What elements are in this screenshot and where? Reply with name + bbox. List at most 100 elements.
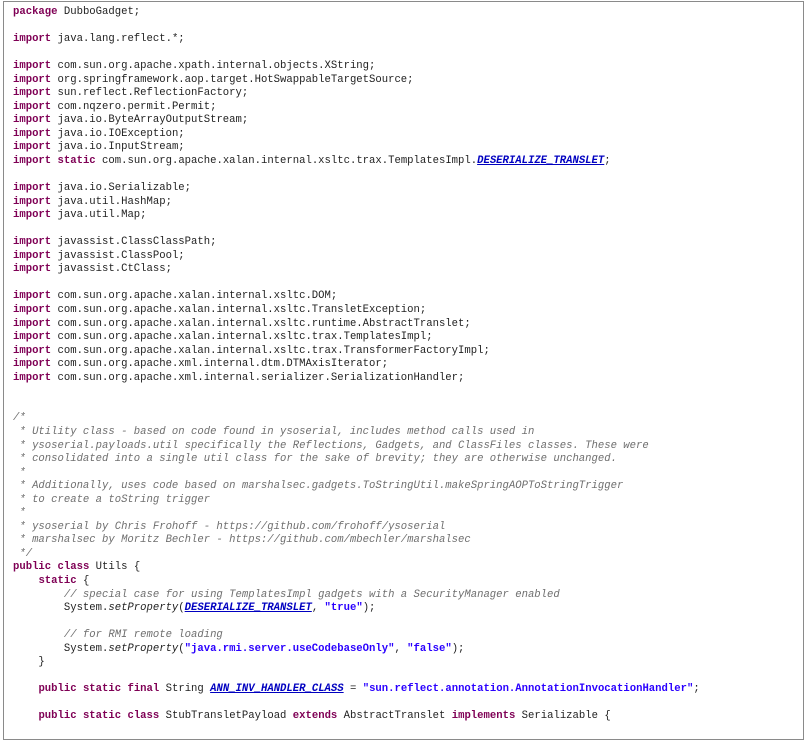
code-token: com.sun.org.apache.xpath.internal.object… [51, 60, 376, 73]
keyword-token: import [13, 87, 52, 100]
code-token: } [13, 656, 45, 669]
comment-token: * ysoserial.payloads.util specifically t… [13, 439, 649, 452]
code-token: Utils { [89, 561, 141, 574]
code-token: com.sun.org.apache.xml.internal.dtm.DTMA… [51, 358, 389, 371]
code-line: import com.sun.org.apache.xalan.internal… [13, 304, 798, 318]
keyword-token: extends [292, 710, 338, 723]
code-line: public static final String ANN_INV_HANDL… [13, 683, 798, 697]
constant-token: DESERIALIZE_TRANSLET [184, 602, 312, 615]
code-token: com.sun.org.apache.xalan.internal.xsltc.… [51, 331, 433, 344]
keyword-token: final [127, 683, 160, 696]
code-token: com.sun.org.apache.xalan.internal.xsltc.… [51, 317, 471, 330]
code-token: StubTransletPayload [159, 710, 293, 723]
code-token: Serializable { [515, 710, 611, 723]
code-line: import java.lang.reflect.*; [13, 33, 798, 47]
code-line: // for RMI remote loading [13, 629, 798, 643]
code-token: com.sun.org.apache.xml.internal.serializ… [51, 371, 465, 384]
code-line: import javassist.ClassPool; [13, 250, 798, 264]
string-literal: "false" [407, 642, 452, 655]
code-token: ); [451, 642, 465, 655]
code-token: java.io.IOException; [51, 127, 185, 140]
comment-token: * to create a toString trigger [13, 493, 211, 506]
code-token: com.nqzero.permit.Permit; [51, 100, 217, 113]
code-line: import java.io.IOException; [13, 128, 798, 142]
constant-token: DESERIALIZE_TRANSLET [477, 155, 605, 168]
keyword-token: public [38, 710, 77, 723]
code-line: * Utility class - based on code found in… [13, 426, 798, 440]
code-line: import com.sun.org.apache.xml.internal.s… [13, 372, 798, 386]
code-token: com.sun.org.apache.xalan.internal.xsltc.… [51, 304, 427, 317]
code-token: java.util.Map; [51, 209, 147, 222]
code-token: javassist.ClassPool; [51, 249, 185, 262]
code-line: * to create a toString trigger [13, 494, 798, 508]
code-line: import java.util.Map; [13, 209, 798, 223]
code-token: ; [693, 683, 700, 696]
keyword-token: package [13, 6, 58, 18]
keyword-token: public [13, 561, 52, 574]
code-token: com.sun.org.apache.xalan.internal.xsltc.… [51, 344, 490, 357]
code-line: public class Utils { [13, 561, 798, 575]
code-line: * [13, 507, 798, 521]
keyword-token: class [127, 710, 160, 723]
comment-token: * Additionally, uses code based on marsh… [13, 480, 624, 493]
code-token: , [394, 642, 408, 655]
keyword-token: import [13, 263, 52, 276]
code-line: import com.sun.org.apache.xml.internal.d… [13, 358, 798, 372]
keyword-token: import [13, 249, 52, 262]
keyword-token: import [13, 344, 52, 357]
code-token: AbstractTranslet [337, 710, 452, 723]
code-token: org.springframework.aop.target.HotSwappa… [51, 73, 414, 86]
string-literal: "sun.reflect.annotation.AnnotationInvoca… [362, 683, 694, 696]
code-line: import java.io.ByteArrayOutputStream; [13, 114, 798, 128]
code-line: import java.io.Serializable; [13, 182, 798, 196]
code-token: java.io.Serializable; [51, 182, 192, 195]
code-line: * ysoserial by Chris Frohoff - https://g… [13, 521, 798, 535]
code-line: import sun.reflect.ReflectionFactory; [13, 87, 798, 101]
comment-token: * [13, 507, 26, 520]
code-line: public static class StubTransletPayload … [13, 710, 798, 724]
string-literal: "java.rmi.server.useCodebaseOnly" [184, 642, 395, 655]
keyword-token: static [82, 710, 122, 723]
code-line: */ [13, 548, 798, 562]
code-line: System.setProperty(DESERIALIZE_TRANSLET,… [13, 602, 798, 616]
code-line: import com.sun.org.apache.xpath.internal… [13, 60, 798, 74]
keyword-token: class [57, 561, 90, 574]
code-token: java.util.HashMap; [51, 195, 172, 208]
keyword-token: import [13, 358, 52, 371]
code-token: javassist.CtClass; [51, 263, 172, 276]
method-token: setProperty [108, 602, 179, 615]
comment-token: * ysoserial by Chris Frohoff - https://g… [13, 520, 446, 533]
keyword-token: public [38, 683, 77, 696]
code-line: import static com.sun.org.apache.xalan.i… [13, 155, 798, 169]
comment-token: // special case for using TemplatesImpl … [63, 588, 560, 601]
keyword-token: import [13, 73, 52, 86]
code-line: import com.sun.org.apache.xalan.internal… [13, 290, 798, 304]
keyword-token: import [13, 33, 52, 46]
comment-token: /* [13, 412, 26, 425]
code-token: com.sun.org.apache.xalan.internal.xsltc.… [51, 290, 338, 303]
code-line: * ysoserial.payloads.util specifically t… [13, 440, 798, 454]
comment-token: // for RMI remote loading [63, 629, 223, 642]
code-token: java.lang.reflect.*; [51, 33, 185, 46]
code-line: } [13, 656, 798, 670]
keyword-token: import [13, 141, 52, 154]
code-line: import com.nqzero.permit.Permit; [13, 101, 798, 115]
keyword-token: import [13, 60, 52, 73]
code-line: import javassist.ClassClassPath; [13, 236, 798, 250]
code-token: String [159, 683, 211, 696]
code-token: System. [13, 642, 109, 655]
keyword-token: import [13, 236, 52, 249]
keyword-token: import [13, 290, 52, 303]
